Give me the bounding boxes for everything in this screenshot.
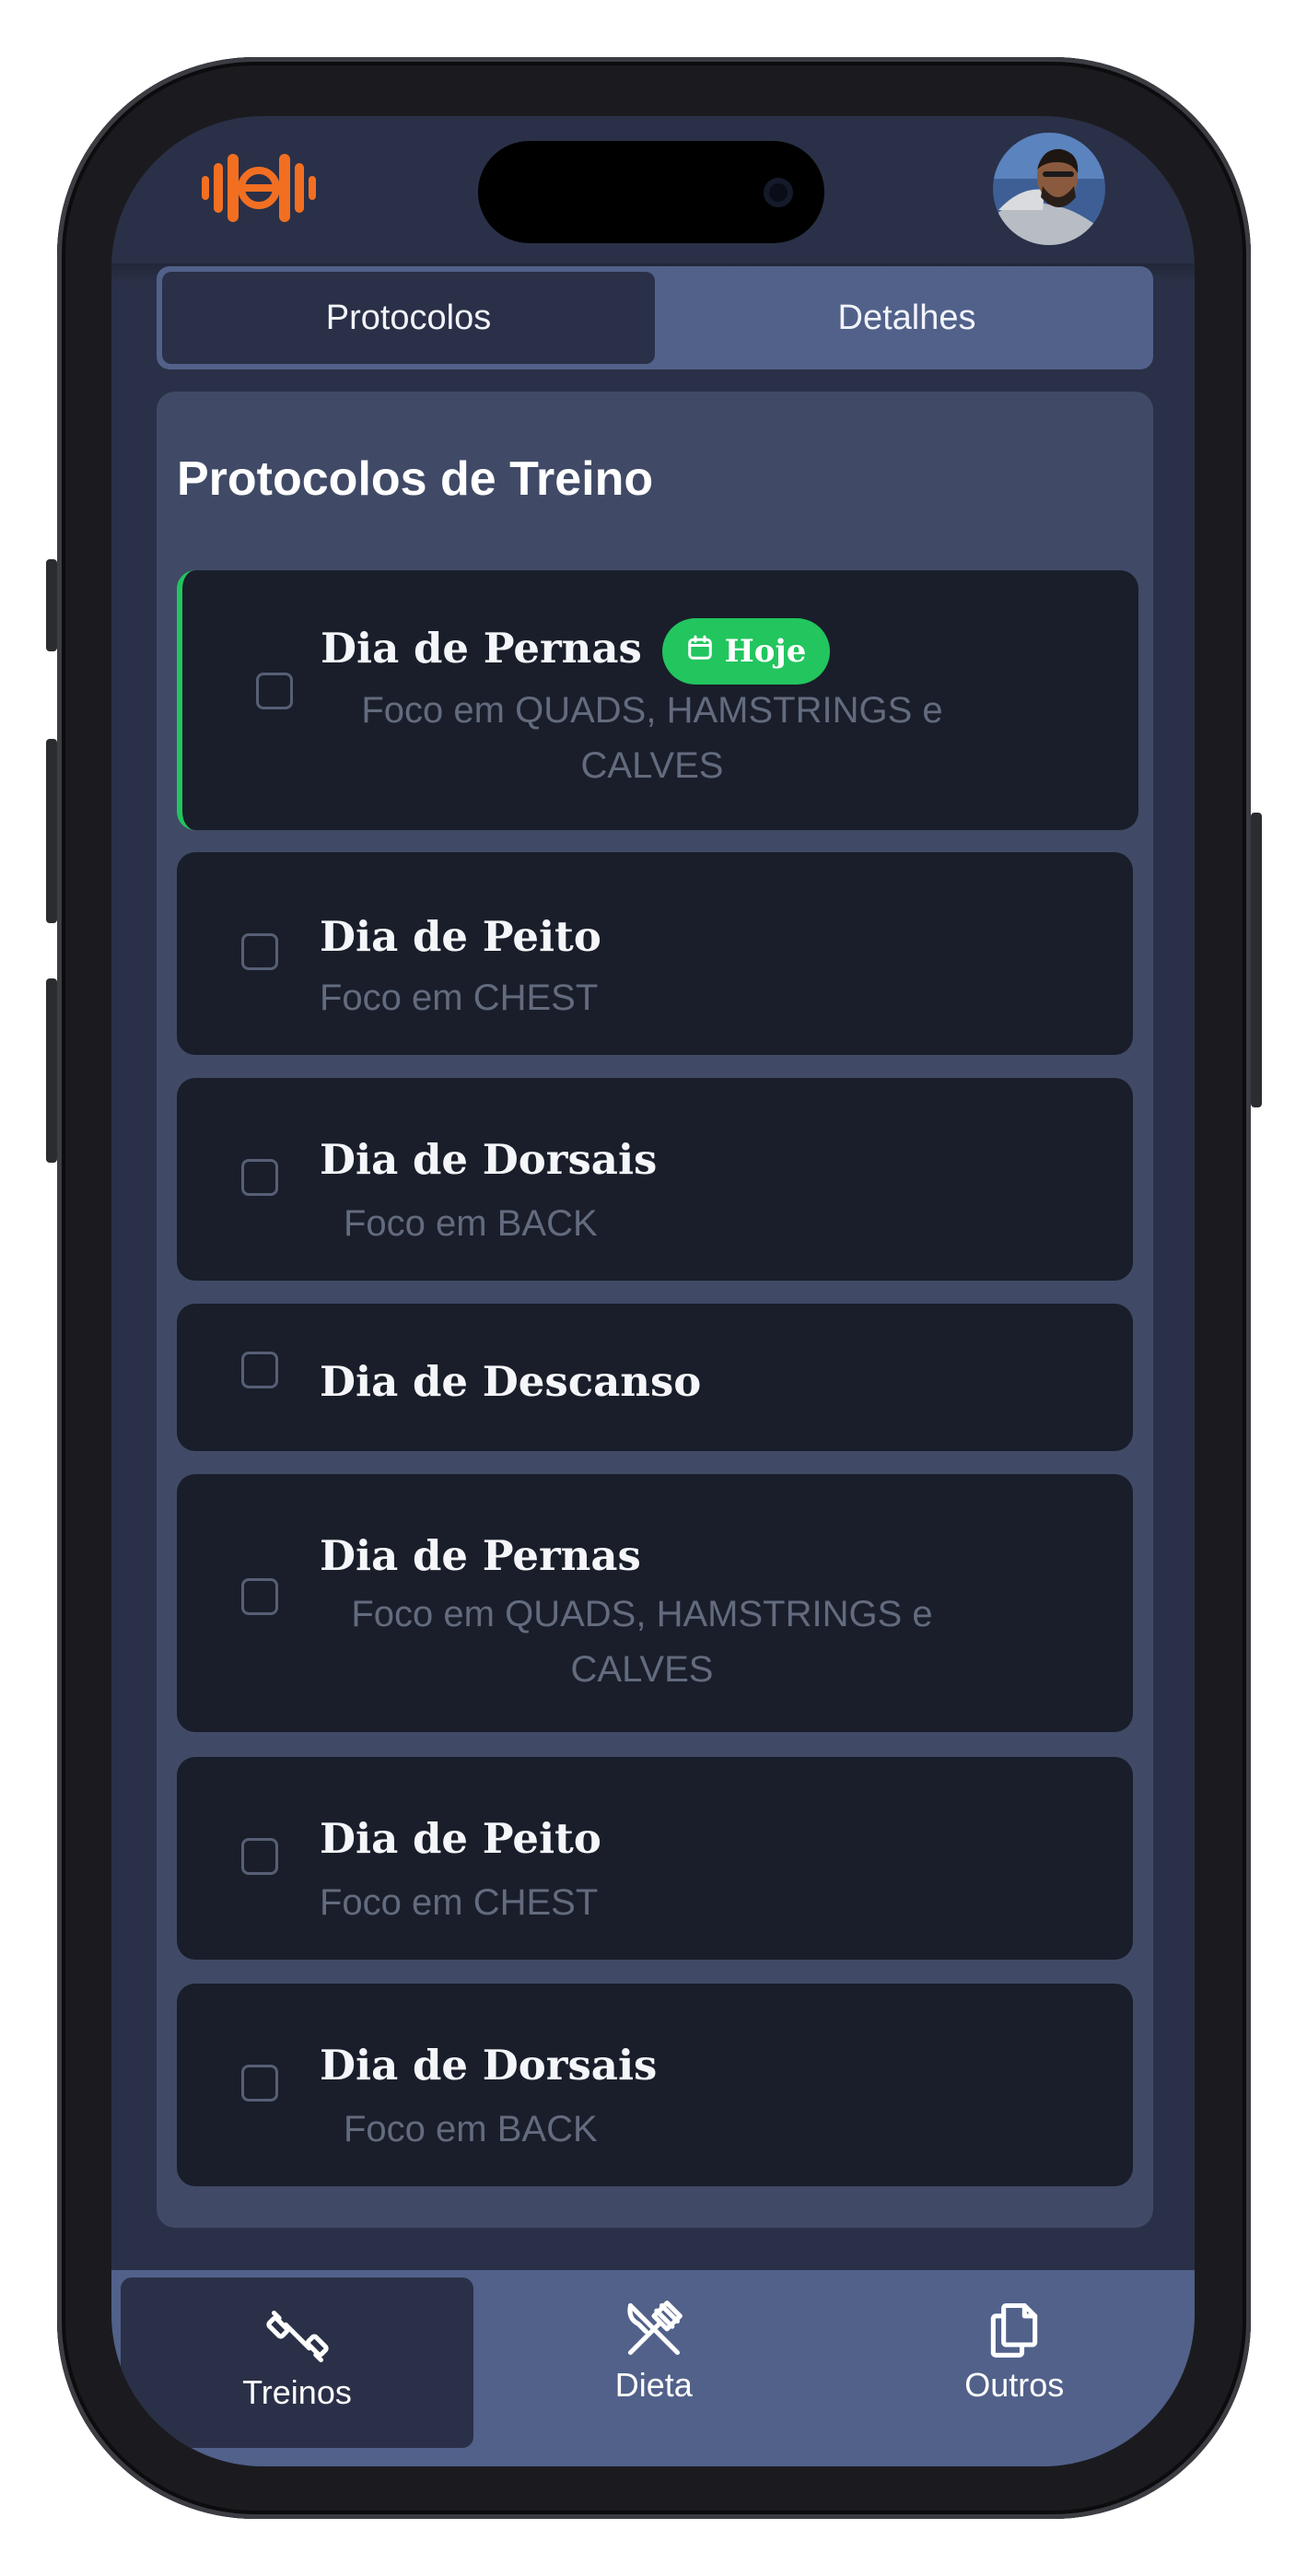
volume-down-button [46,978,57,1163]
workout-subtitle: Foco em CHEST [320,1882,599,1923]
workout-checkbox[interactable] [241,933,278,970]
nav-dieta[interactable]: Dieta [473,2270,834,2466]
panel-title: Protocolos de Treino [177,452,654,506]
protocols-panel: Protocolos de Treino Dia de Pernas Hoje … [157,392,1153,2228]
today-badge-label: Hoje [724,633,807,670]
nav-outros[interactable]: Outros [834,2270,1196,2466]
power-button [1251,813,1262,1107]
workout-subtitle: Foco em QUADS, HAMSTRINGS e CALVES [361,690,943,786]
workout-title: Dia de Pernas [320,1531,641,1580]
copy-icon [991,2302,1038,2358]
barbell-logo-icon[interactable] [199,146,319,229]
workout-checkbox[interactable] [241,1159,278,1196]
action-button [46,559,57,651]
front-camera-icon [764,178,793,207]
utensils-icon [627,2301,683,2356]
nav-treinos-label: Treinos [242,2373,352,2411]
workout-card-dorsais[interactable]: Dia de Dorsais Foco em BACK [177,1078,1133,1281]
dumbbell-icon [265,2310,329,2363]
workout-checkbox[interactable] [241,2065,278,2102]
dynamic-island [478,141,824,243]
workout-title: Dia de Dorsais [320,2041,658,2090]
workout-subtitle: Foco em QUADS, HAMSTRINGS e CALVES [351,1594,933,1690]
nav-treinos[interactable]: Treinos [121,2277,473,2448]
nav-outros-label: Outros [964,2366,1065,2404]
nav-dieta-label: Dieta [614,2366,693,2404]
workout-checkbox[interactable] [241,1352,278,1388]
today-badge: Hoje [662,618,830,685]
workout-title: Dia de Peito [320,1814,601,1863]
avatar[interactable] [993,133,1105,245]
workout-card-descanso[interactable]: Dia de Descanso [177,1304,1133,1451]
app-screen: Protocolos Detalhes Protocolos de Treino… [111,116,1195,2466]
volume-up-button [46,739,57,923]
workout-checkbox[interactable] [256,673,293,709]
workout-checkbox[interactable] [241,1578,278,1615]
workout-title: Dia de Pernas [321,624,642,673]
calendar-icon [686,633,714,670]
bottom-nav: Treinos Dieta Outros [111,2270,1195,2466]
workout-card-peito[interactable]: Dia de Peito Foco em CHEST [177,852,1133,1055]
workout-subtitle: Foco em BACK [344,2109,598,2149]
workout-card-pernas[interactable]: Dia de Pernas Foco em QUADS, HAMSTRINGS … [177,1474,1133,1732]
workout-checkbox[interactable] [241,1838,278,1875]
tab-switcher: Protocolos Detalhes [157,266,1153,369]
workout-title: Dia de Dorsais [320,1135,658,1184]
workout-card-peito-2[interactable]: Dia de Peito Foco em CHEST [177,1757,1133,1960]
workout-card-dorsais-2[interactable]: Dia de Dorsais Foco em BACK [177,1984,1133,2186]
workout-card-pernas-today[interactable]: Dia de Pernas Hoje Foco em QUADS, HAMSTR… [177,570,1138,830]
workout-subtitle: Foco em BACK [344,1203,598,1244]
tab-protocolos[interactable]: Protocolos [162,272,655,364]
workout-title: Dia de Peito [320,912,601,961]
workout-title: Dia de Descanso [320,1357,702,1406]
workout-subtitle: Foco em CHEST [320,978,599,1018]
tab-detalhes[interactable]: Detalhes [660,266,1153,369]
